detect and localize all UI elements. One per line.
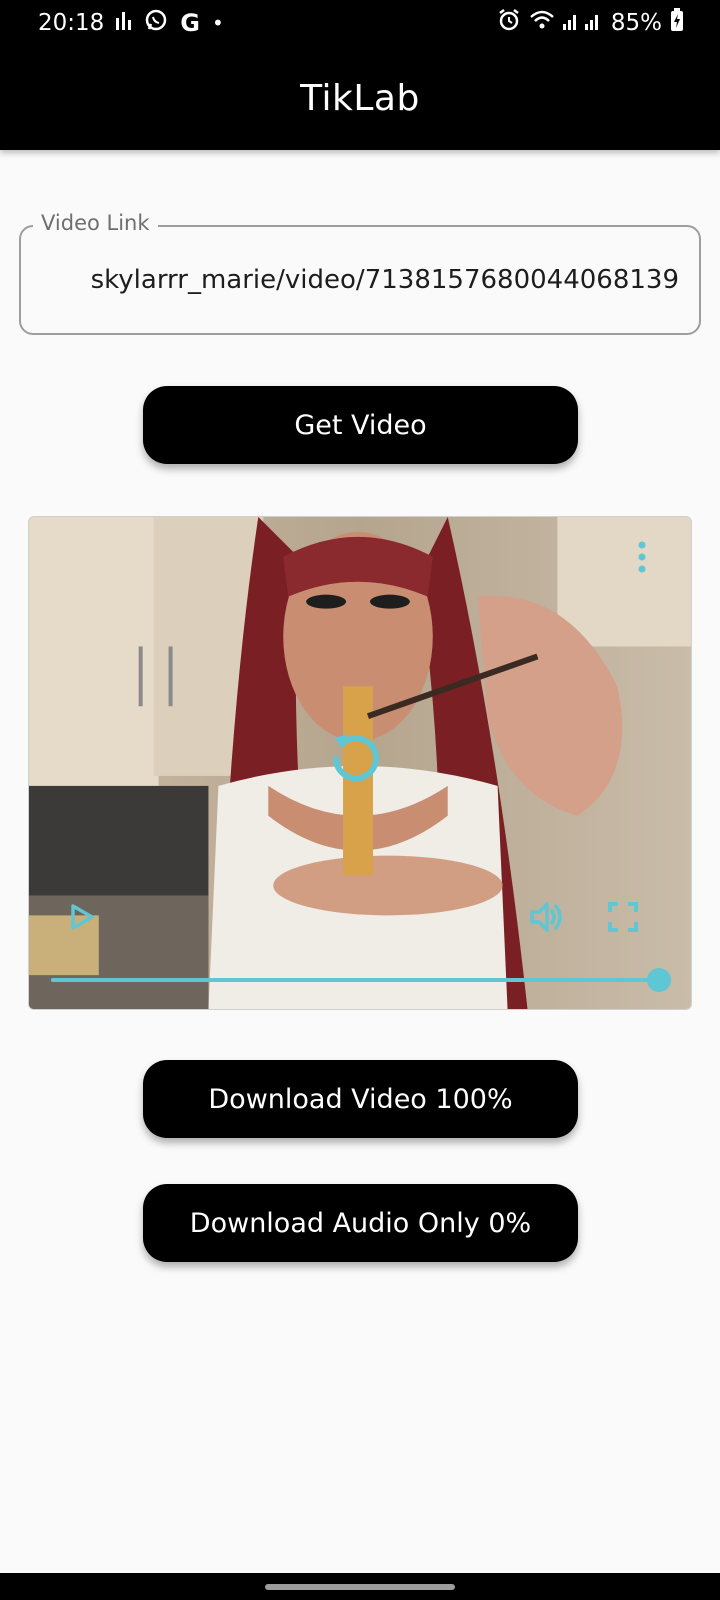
video-player[interactable] bbox=[28, 516, 692, 1010]
volume-icon[interactable] bbox=[525, 895, 569, 939]
video-link-field[interactable] bbox=[19, 225, 701, 335]
signal-bars-icon bbox=[116, 10, 132, 36]
status-left: 20:18 G • bbox=[38, 8, 224, 38]
status-right: 85% bbox=[497, 8, 684, 38]
download-audio-button[interactable]: Download Audio Only 0% bbox=[143, 1184, 578, 1262]
home-gesture-bar[interactable] bbox=[265, 1583, 455, 1590]
progress-thumb[interactable] bbox=[647, 968, 671, 992]
app-bar: TikLab bbox=[0, 46, 720, 150]
fullscreen-icon[interactable] bbox=[601, 895, 645, 939]
play-icon[interactable] bbox=[63, 897, 103, 937]
get-video-button[interactable]: Get Video bbox=[143, 386, 578, 464]
more-vert-icon[interactable] bbox=[627, 537, 657, 577]
google-icon: G bbox=[180, 9, 200, 37]
whatsapp-icon bbox=[144, 8, 168, 38]
battery-level: 85% bbox=[610, 10, 662, 36]
dot-icon: • bbox=[212, 11, 224, 35]
video-link-input[interactable] bbox=[21, 227, 699, 333]
cell-signal-icon bbox=[562, 10, 603, 36]
alarm-icon bbox=[497, 8, 521, 38]
progress-track[interactable] bbox=[51, 968, 671, 992]
download-video-button[interactable]: Download Video 100% bbox=[143, 1060, 578, 1138]
battery-charging-icon bbox=[670, 8, 684, 38]
video-link-label: Video Link bbox=[33, 211, 158, 235]
replay-icon[interactable] bbox=[325, 725, 385, 785]
wifi-icon bbox=[529, 9, 555, 37]
status-bar: 20:18 G • 85% bbox=[0, 0, 720, 46]
system-nav-bar bbox=[0, 1573, 720, 1600]
app-title: TikLab bbox=[300, 77, 420, 119]
status-time: 20:18 bbox=[38, 10, 105, 36]
progress-fill bbox=[51, 978, 659, 982]
